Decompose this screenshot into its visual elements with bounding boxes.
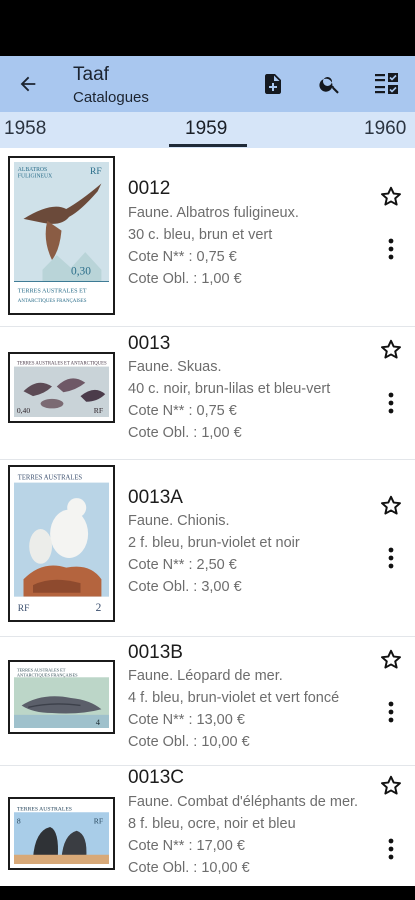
- cote-new: Cote N** : 2,50 €: [128, 557, 237, 573]
- title-block: Taaf Catalogues: [73, 64, 149, 108]
- stamp-text: 4: [96, 717, 101, 727]
- arrow-back-icon: [20, 76, 36, 92]
- stamp-code: 0013A: [128, 487, 183, 508]
- stamp-text: RF: [94, 406, 103, 415]
- stamp-title: Faune. Combat d'éléphants de mer.: [128, 794, 359, 810]
- stamp-illustration: TERRES AUSTRALES ET ANTARCTIQUES 0,40 RF: [14, 358, 109, 417]
- cote-obl: Cote Obl. : 1,00 €: [128, 425, 242, 441]
- list-item[interactable]: ALBATROS FULIGINEUX RF 0,30 TERRES AUSTR…: [0, 148, 415, 326]
- stamp-image: TERRES AUSTRALES ET ANTARCTIQUES 0,40 RF: [8, 352, 115, 423]
- stamp-description: Faune. Albatros fuligineux. 30 c. bleu, …: [128, 202, 360, 290]
- cote-obl: Cote Obl. : 3,00 €: [128, 579, 242, 595]
- stamp-text: 0,30: [71, 265, 91, 278]
- list-item[interactable]: TERRES AUSTRALES ET ANTARCTIQUES 0,40 RF…: [0, 327, 415, 459]
- checklist-button[interactable]: [371, 68, 403, 100]
- add-document-icon: [265, 74, 281, 94]
- stamp-description: Faune. Skuas. 40 c. noir, brun-lilas et …: [128, 356, 360, 444]
- cote-obl: Cote Obl. : 10,00 €: [128, 734, 250, 750]
- more-vert-icon[interactable]: [380, 236, 402, 262]
- cote-obl: Cote Obl. : 10,00 €: [128, 860, 250, 876]
- status-bar: [0, 0, 415, 56]
- tab-prev-year[interactable]: 1958: [4, 118, 46, 140]
- stamp-title: Faune. Chionis.: [128, 513, 230, 529]
- stamp-detail: 8 f. bleu, ocre, noir et bleu: [128, 816, 296, 832]
- stamp-image: TERRES AUSTRALES RF 2: [8, 465, 115, 622]
- add-document-button[interactable]: [257, 68, 289, 100]
- tab-indicator: [169, 144, 247, 147]
- more-vert-icon[interactable]: [380, 545, 402, 571]
- stamp-title: Faune. Albatros fuligineux.: [128, 205, 299, 221]
- stamp-image: ALBATROS FULIGINEUX RF 0,30 TERRES AUSTR…: [8, 156, 115, 315]
- stamp-text: 0,40: [17, 406, 30, 415]
- stamp-title: Faune. Léopard de mer.: [128, 668, 283, 684]
- stamp-image: TERRES AUSTRALES ET ANTARCTIQUES FRANÇAI…: [8, 660, 115, 734]
- stamp-text: TERRES AUSTRALES ET ANTARCTIQUES: [17, 362, 107, 367]
- stamp-description: Faune. Chionis. 2 f. bleu, brun-violet e…: [128, 510, 360, 598]
- stamp-code: 0012: [128, 178, 171, 199]
- stamp-text: TERRES AUSTRALES ET: [18, 287, 87, 294]
- star-icon[interactable]: [378, 493, 404, 519]
- stamp-text: 2: [96, 602, 102, 614]
- cote-new: Cote N** : 17,00 €: [128, 838, 245, 854]
- stamp-text: TERRES AUSTRALES: [18, 475, 83, 482]
- stamp-text: 8: [17, 816, 21, 825]
- stamp-text: ALBATROS: [18, 167, 47, 173]
- stamp-description: Faune. Léopard de mer. 4 f. bleu, brun-v…: [128, 665, 360, 753]
- more-vert-icon[interactable]: [380, 390, 402, 416]
- app-bar: Taaf Catalogues: [0, 56, 415, 112]
- stamp-detail: 2 f. bleu, brun-violet et noir: [128, 535, 300, 551]
- stamp-text: RF: [18, 603, 30, 614]
- star-icon[interactable]: [378, 337, 404, 363]
- star-icon[interactable]: [378, 647, 404, 673]
- tab-current-year[interactable]: 1959: [185, 118, 227, 140]
- stamp-illustration: TERRES AUSTRALES ET ANTARCTIQUES FRANÇAI…: [14, 666, 109, 728]
- cote-obl: Cote Obl. : 1,00 €: [128, 271, 242, 287]
- stamp-text: ANTARCTIQUES FRANÇAISES: [18, 299, 87, 304]
- stamp-code: 0013: [128, 333, 171, 354]
- stamp-text: TERRES AUSTRALES: [17, 806, 72, 812]
- stamp-image: TERRES AUSTRALES 8 RF: [8, 797, 115, 870]
- page-title: Taaf: [73, 64, 109, 85]
- tab-next-year[interactable]: 1960: [364, 118, 406, 140]
- navigation-bar: [0, 886, 415, 900]
- stamp-illustration: TERRES AUSTRALES 8 RF: [14, 803, 109, 864]
- more-vert-icon[interactable]: [380, 836, 402, 862]
- checklist-icon: [375, 73, 398, 94]
- stamp-title: Faune. Skuas.: [128, 359, 222, 375]
- stamp-text: RF: [90, 166, 102, 177]
- star-icon[interactable]: [378, 184, 404, 210]
- list-item[interactable]: TERRES AUSTRALES RF 2 0013A Faune. Chion…: [0, 460, 415, 635]
- stamp-text: RF: [94, 816, 103, 825]
- stamp-detail: 40 c. noir, brun-lilas et bleu-vert: [128, 381, 331, 397]
- stamp-detail: 30 c. bleu, brun et vert: [128, 227, 273, 243]
- stamp-text: FULIGINEUX: [18, 174, 53, 180]
- stamp-illustration: TERRES AUSTRALES RF 2: [14, 471, 109, 616]
- list-item[interactable]: TERRES AUSTRALES ET ANTARCTIQUES FRANÇAI…: [0, 637, 415, 765]
- search-icon: [319, 77, 339, 94]
- list-item[interactable]: TERRES AUSTRALES 8 RF 0013C Faune. Comba…: [0, 766, 415, 886]
- stamp-illustration: ALBATROS FULIGINEUX RF 0,30 TERRES AUSTR…: [14, 162, 109, 309]
- star-icon[interactable]: [378, 773, 404, 799]
- stamp-detail: 4 f. bleu, brun-violet et vert foncé: [128, 690, 340, 706]
- cote-new: Cote N** : 0,75 €: [128, 249, 237, 265]
- cote-new: Cote N** : 0,75 €: [128, 403, 237, 419]
- search-button[interactable]: [314, 68, 346, 100]
- stamp-list[interactable]: ALBATROS FULIGINEUX RF 0,30 TERRES AUSTR…: [0, 148, 415, 886]
- stamp-description: Faune. Combat d'éléphants de mer. 8 f. b…: [128, 791, 360, 879]
- stamp-code: 0013C: [128, 767, 184, 788]
- more-vert-icon[interactable]: [380, 699, 402, 725]
- cote-new: Cote N** : 13,00 €: [128, 712, 245, 728]
- back-button[interactable]: [14, 70, 42, 98]
- year-tabs: 1958 1959 1960: [0, 112, 415, 148]
- stamp-text: ANTARCTIQUES FRANÇAISES: [17, 672, 78, 677]
- page-subtitle: Catalogues: [73, 89, 149, 106]
- stamp-code: 0013B: [128, 642, 183, 663]
